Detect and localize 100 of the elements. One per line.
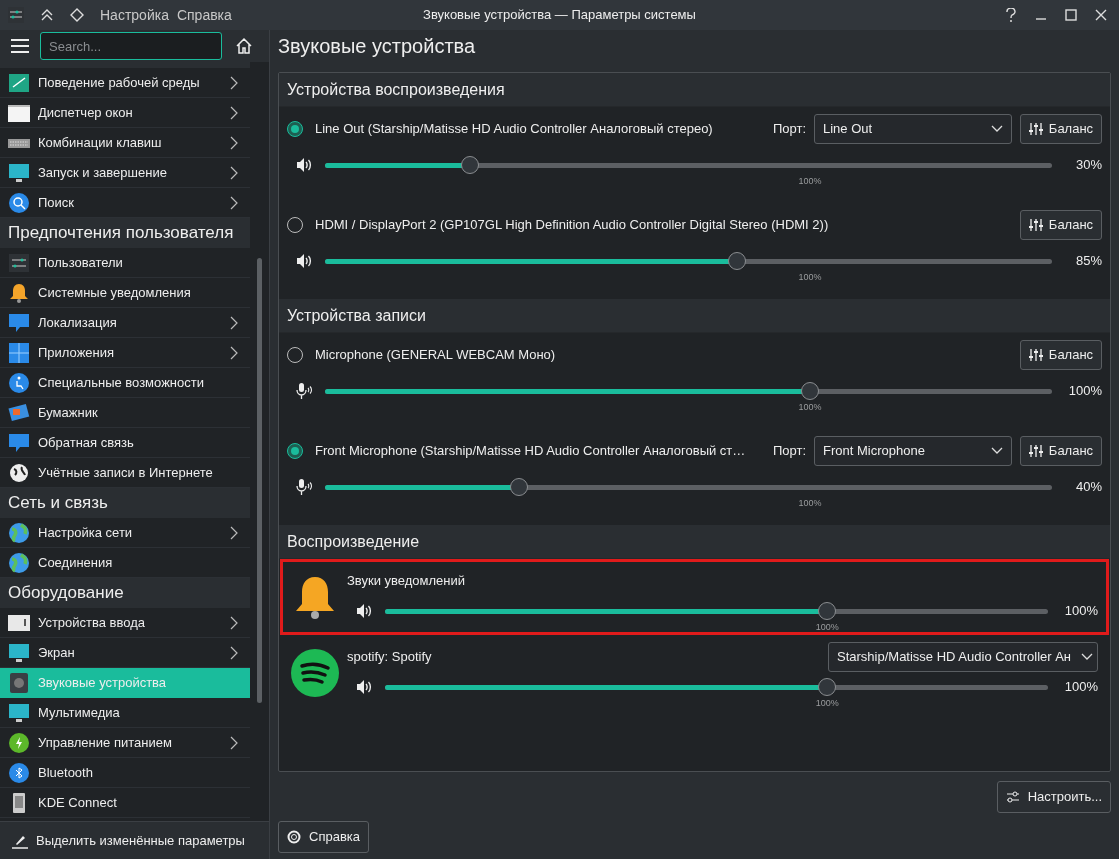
slider-thumb[interactable] [818, 677, 837, 696]
scale-mark: 100% [798, 271, 822, 284]
sidebar-item[interactable]: Бумажник [0, 398, 250, 428]
volume-slider[interactable] [325, 382, 1052, 400]
sidebar-item[interactable]: Комбинации клавиш [0, 128, 250, 158]
category-heading: Предпочтения пользователя [8, 222, 234, 245]
section-heading: Устройства воспроизведения [287, 79, 505, 100]
volume-slider[interactable] [385, 601, 1048, 620]
sidebar-item[interactable]: Пользователи [0, 248, 250, 278]
lifebuoy-icon [287, 830, 301, 844]
maximize-icon[interactable] [1065, 9, 1077, 21]
menu-item[interactable]: Справка [176, 4, 232, 26]
search-field[interactable]: Search... [40, 32, 222, 60]
scale-mark: 100% [798, 401, 822, 414]
microphone-icon [295, 382, 313, 400]
help-icon[interactable] [1005, 8, 1017, 22]
home-icon[interactable] [235, 37, 253, 55]
volume-reading: 85% [1074, 252, 1102, 270]
volume-reading: 100% [1063, 601, 1098, 620]
grid-icon [8, 341, 30, 364]
volume-reading: 100% [1067, 382, 1102, 400]
radio-button[interactable] [287, 443, 303, 459]
monitor-icon [8, 701, 30, 724]
close-icon[interactable] [1095, 9, 1107, 21]
sidebar-item[interactable]: Системные уведомления [0, 278, 250, 308]
diamond-icon[interactable] [70, 8, 84, 22]
sidebar-item[interactable]: Обратная связь [0, 428, 250, 458]
scale-mark: 100% [798, 175, 822, 188]
card-icon [8, 401, 30, 424]
sidebar-item[interactable]: Приложения [0, 338, 250, 368]
volume-slider[interactable] [385, 677, 1048, 696]
device-dropdown[interactable]: Starship/Matisse HD Audio Controller Ан [828, 641, 1098, 672]
slider-thumb[interactable] [510, 478, 529, 496]
search-icon [8, 191, 30, 214]
device-name: Front Microphone (Starship/Matisse HD Audio Controller Аналоговый ст… [315, 442, 746, 461]
slider-thumb[interactable] [800, 382, 819, 400]
caret-icon [991, 447, 1003, 455]
volume-slider[interactable] [325, 478, 1052, 496]
sidebar-item[interactable]: Локализация [0, 308, 250, 338]
device-name: Microphone (GENERAL WEBCAM Моно) [315, 346, 556, 365]
device-name: Line Out (Starship/Matisse HD Audio Controller Аналоговый стерео) [315, 120, 713, 139]
volume-slider[interactable] [325, 156, 1052, 174]
equalizer-icon [1028, 348, 1043, 362]
volume-slider[interactable] [325, 252, 1052, 270]
balance-button[interactable]: Баланс [1020, 436, 1102, 466]
slider-thumb[interactable] [818, 601, 837, 620]
section-heading: Устройства записи [287, 305, 426, 326]
sidebar-item[interactable]: Поведение рабочей среды [0, 68, 250, 98]
sidebar-item[interactable]: Устройства ввода [0, 608, 250, 638]
port-label: Порт: [772, 120, 806, 139]
section-heading: Воспроизведение [287, 531, 420, 552]
help-button[interactable]: Справка [278, 821, 369, 853]
microphone-icon [295, 478, 313, 496]
lightning-icon [8, 731, 30, 754]
globe-icon [8, 521, 30, 544]
scrollbar-thumb[interactable] [257, 258, 262, 703]
menu-item[interactable]: Настройка [100, 4, 169, 26]
sidebar-item[interactable]: Мультимедиа [0, 698, 250, 728]
equalizer-icon [1028, 122, 1043, 136]
sliders-icon [1005, 790, 1020, 804]
speaker-icon [355, 678, 373, 695]
window-title: Звуковые устройства — Параметры системы [423, 6, 696, 25]
sidebar-item[interactable]: Управление питанием [0, 728, 250, 758]
sidebar-item[interactable]: Bluetooth [0, 758, 250, 788]
music-app-icon [291, 649, 339, 697]
accessibility-icon [8, 371, 30, 394]
chat-icon [8, 311, 30, 334]
stream-name: spotify: Spotify [347, 647, 432, 666]
sidebar-item[interactable]: Настройка сети [0, 518, 250, 548]
caret-icon [1081, 652, 1093, 661]
speaker-icon [355, 602, 373, 619]
balance-button[interactable]: Баланс [1020, 114, 1102, 144]
bell-icon [8, 281, 30, 304]
monitor-icon [8, 161, 30, 184]
balance-button[interactable]: Баланс [1020, 210, 1102, 240]
balance-button[interactable]: Баланс [1020, 340, 1102, 370]
volume-reading: 30% [1074, 156, 1102, 174]
volume-reading: 100% [1063, 677, 1098, 696]
sidebar-item[interactable]: KDE Connect [0, 788, 250, 818]
keep-above-icon[interactable] [40, 8, 54, 22]
sidebar-item[interactable]: Запуск и завершение [0, 158, 250, 188]
sidebar-item[interactable]: Специальные возможности [0, 368, 250, 398]
monitor-icon [8, 641, 30, 664]
port-dropdown[interactable]: Line Out [814, 114, 1012, 144]
globe-icon [8, 461, 30, 484]
speaker-icon [295, 253, 313, 269]
slider-thumb[interactable] [461, 156, 480, 174]
menu-icon[interactable] [11, 38, 29, 54]
configure-button[interactable]: Настроить... [996, 781, 1111, 813]
globe-icon [8, 551, 30, 574]
slider-thumb[interactable] [728, 252, 747, 270]
sliders-icon [8, 251, 30, 274]
chat-icon [8, 431, 30, 454]
port-dropdown[interactable]: Front Microphone [814, 436, 1012, 466]
bluetooth-icon [8, 761, 30, 784]
radio-button[interactable] [287, 121, 303, 137]
caret-icon [991, 125, 1003, 133]
device-name: HDMI / DisplayPort 2 (GP107GL High Definition Audio Controller Digital Stereo (HDMI 2)) [315, 216, 829, 235]
page-title: Звуковые устройства [278, 34, 476, 59]
sidebar-item[interactable]: Диспетчер окон [0, 98, 250, 128]
